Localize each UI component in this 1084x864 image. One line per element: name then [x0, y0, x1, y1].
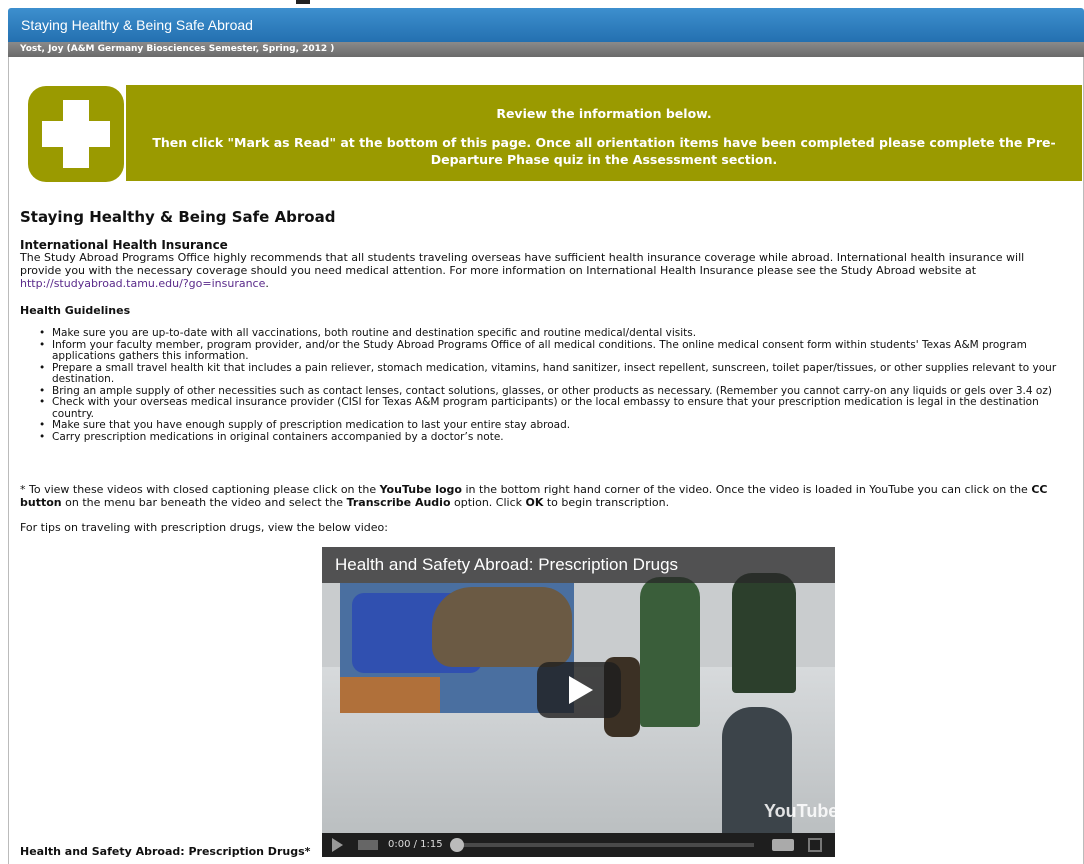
caption-youtube-logo: YouTube logo [379, 483, 462, 496]
banner-line-1: Review the information below. [496, 106, 712, 121]
insurance-text: The Study Abroad Programs Office highly … [20, 251, 1025, 277]
caption-text: on the menu bar beneath the video and se… [61, 496, 347, 509]
caption-text: to begin transcription. [543, 496, 670, 509]
caption-ok: OK [525, 496, 544, 509]
tab-marker [296, 0, 310, 4]
video-caption: Health and Safety Abroad: Prescription D… [20, 845, 311, 858]
progress-bar[interactable] [458, 843, 754, 847]
list-item: Check with your overseas medical insuran… [39, 396, 1072, 420]
video-player[interactable]: Health and Safety Abroad: Prescription D… [322, 547, 835, 857]
video-time: 0:00 / 1:15 [388, 839, 443, 850]
caption-text: in the bottom right hand corner of the v… [462, 483, 1032, 496]
caption-transcribe: Transcribe Audio [346, 496, 451, 509]
plus-icon [28, 86, 124, 182]
scrubber-handle[interactable] [450, 838, 464, 852]
insurance-link-suffix: . [265, 277, 269, 290]
insurance-link[interactable]: http://studyabroad.tamu.edu/?go=insuranc… [20, 277, 265, 290]
video-frame-officer [732, 573, 796, 693]
top-strip [0, 0, 1084, 8]
window-title: Staying Healthy & Being Safe Abroad [8, 8, 1084, 42]
guidelines-list: Make sure you are up-to-date with all va… [39, 327, 1072, 444]
video-title[interactable]: Health and Safety Abroad: Prescription D… [322, 547, 835, 583]
page-title: Staying Healthy & Being Safe Abroad [20, 208, 336, 226]
insurance-heading: International Health Insurance [20, 238, 228, 252]
video-controls: 0:00 / 1:15 [322, 833, 835, 857]
play-icon[interactable] [537, 662, 621, 718]
volume-icon[interactable] [358, 840, 378, 850]
caption-text: option. Click [450, 496, 526, 509]
caption-text: * To view these videos with closed capti… [20, 483, 380, 496]
video-frame-dog [432, 587, 572, 667]
play-control-icon[interactable] [332, 838, 343, 852]
list-item: Prepare a small travel health kit that i… [39, 362, 1072, 386]
list-item: Make sure that you have enough supply of… [39, 419, 1072, 432]
youtube-logo-icon[interactable]: YouTube [764, 801, 835, 822]
list-item: Inform your faculty member, program prov… [39, 339, 1072, 363]
student-subtitle: Yost, Joy (A&M Germany Biosciences Semes… [8, 42, 1084, 57]
cc-icon[interactable] [772, 839, 794, 851]
video-intro-text: For tips on traveling with prescription … [20, 521, 388, 534]
guidelines-heading: Health Guidelines [20, 304, 131, 317]
list-item: Make sure you are up-to-date with all va… [39, 327, 1072, 340]
banner-line-2: Then click "Mark as Read" at the bottom … [152, 135, 1056, 167]
list-item: Carry prescription medications in origin… [39, 431, 1072, 444]
caption-instructions: * To view these videos with closed capti… [20, 483, 1084, 509]
video-frame-suitcase [340, 677, 440, 713]
video-frame-officer [640, 577, 700, 727]
fullscreen-icon[interactable] [808, 838, 822, 852]
insurance-body: The Study Abroad Programs Office highly … [20, 251, 1060, 290]
instruction-banner: Review the information below. Then click… [126, 85, 1082, 181]
